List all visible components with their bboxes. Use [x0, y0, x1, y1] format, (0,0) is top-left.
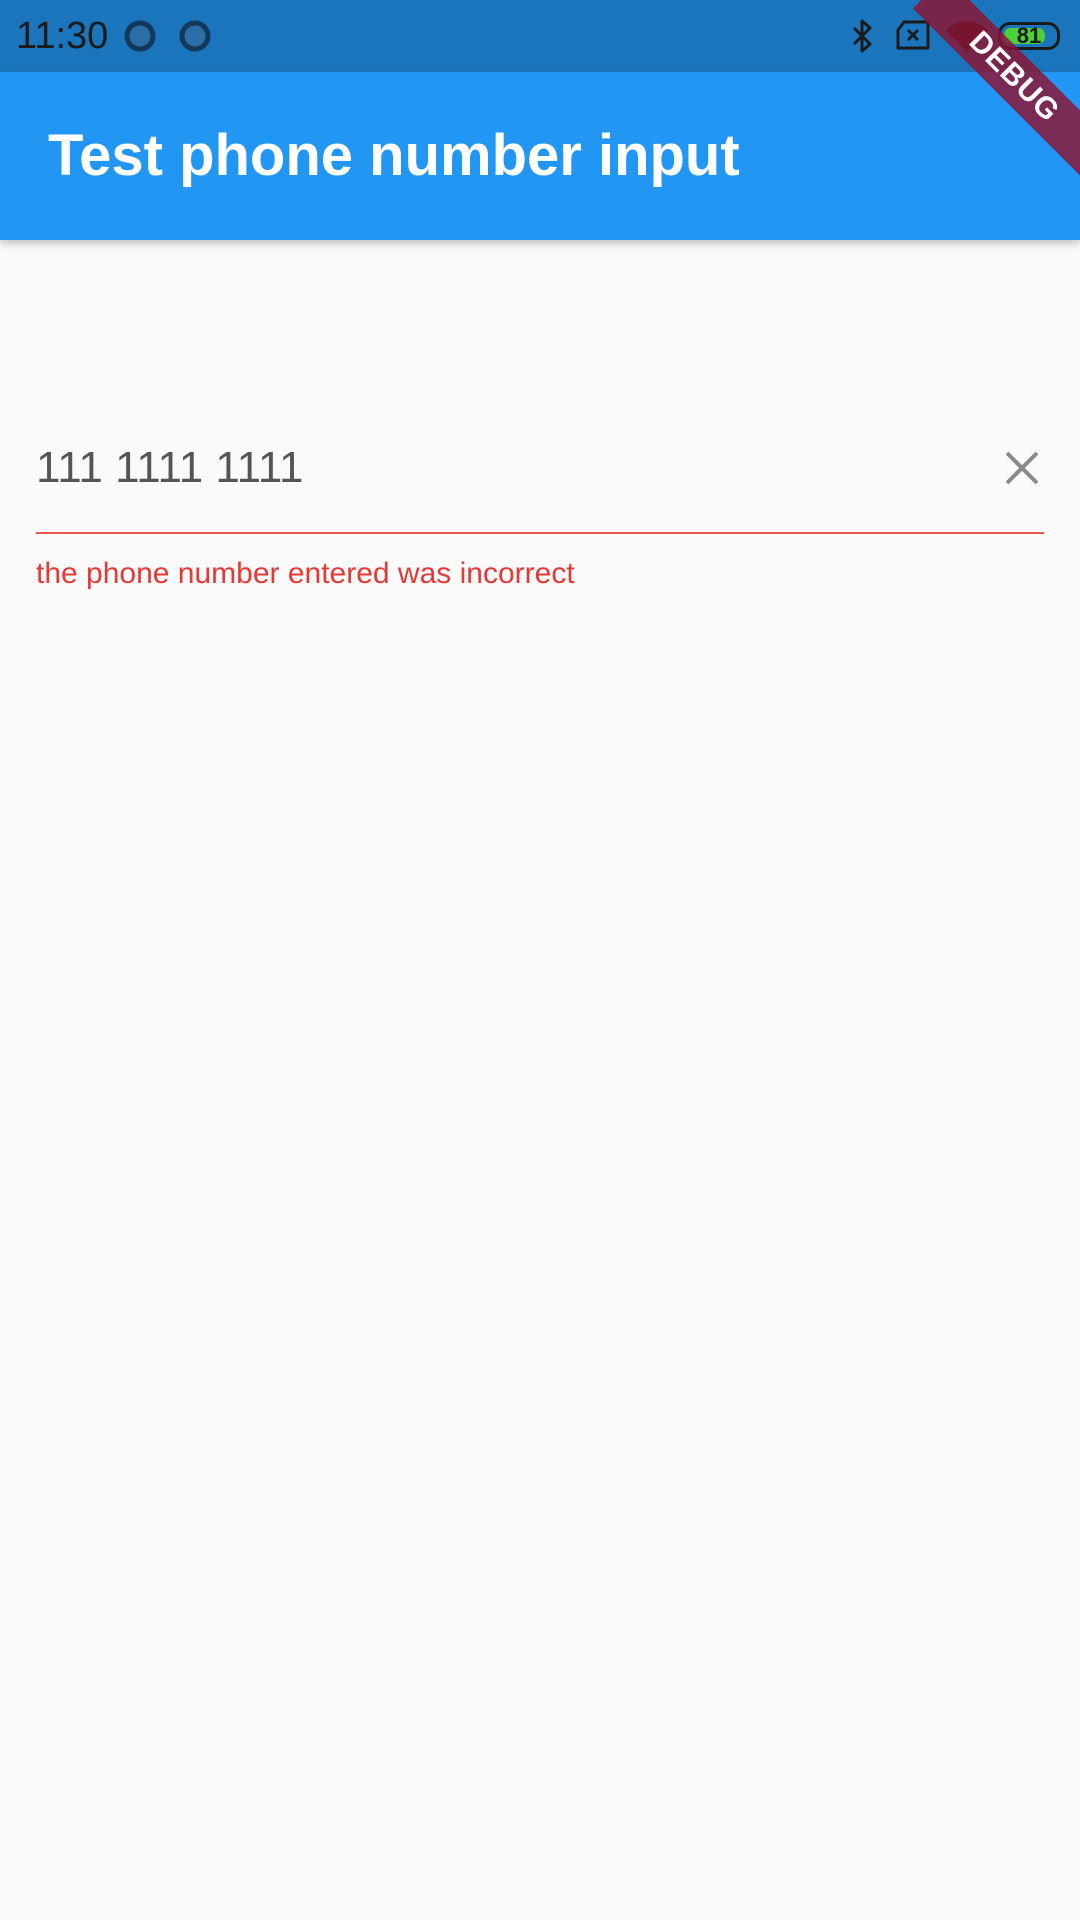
- page-title: Test phone number input: [48, 123, 740, 188]
- no-sim-icon: [896, 20, 930, 50]
- clear-button[interactable]: [990, 436, 1054, 500]
- phone-number-field: [36, 420, 1044, 534]
- bluetooth-icon: [852, 19, 872, 53]
- phone-number-input[interactable]: [36, 436, 976, 500]
- status-bar: 11:30 81: [0, 0, 1080, 72]
- notification-dot-icon: [179, 20, 211, 52]
- battery-level: 81: [1016, 23, 1042, 48]
- status-time: 11:30: [16, 15, 109, 57]
- app-bar: Test phone number input: [0, 72, 1080, 240]
- notification-dot-icon: [124, 20, 156, 52]
- error-message: the phone number entered was incorrect: [36, 557, 575, 590]
- wifi-icon: [946, 21, 988, 52]
- close-icon: [1005, 451, 1039, 485]
- battery-icon: 81: [998, 22, 1060, 50]
- input-underline: [36, 532, 1044, 534]
